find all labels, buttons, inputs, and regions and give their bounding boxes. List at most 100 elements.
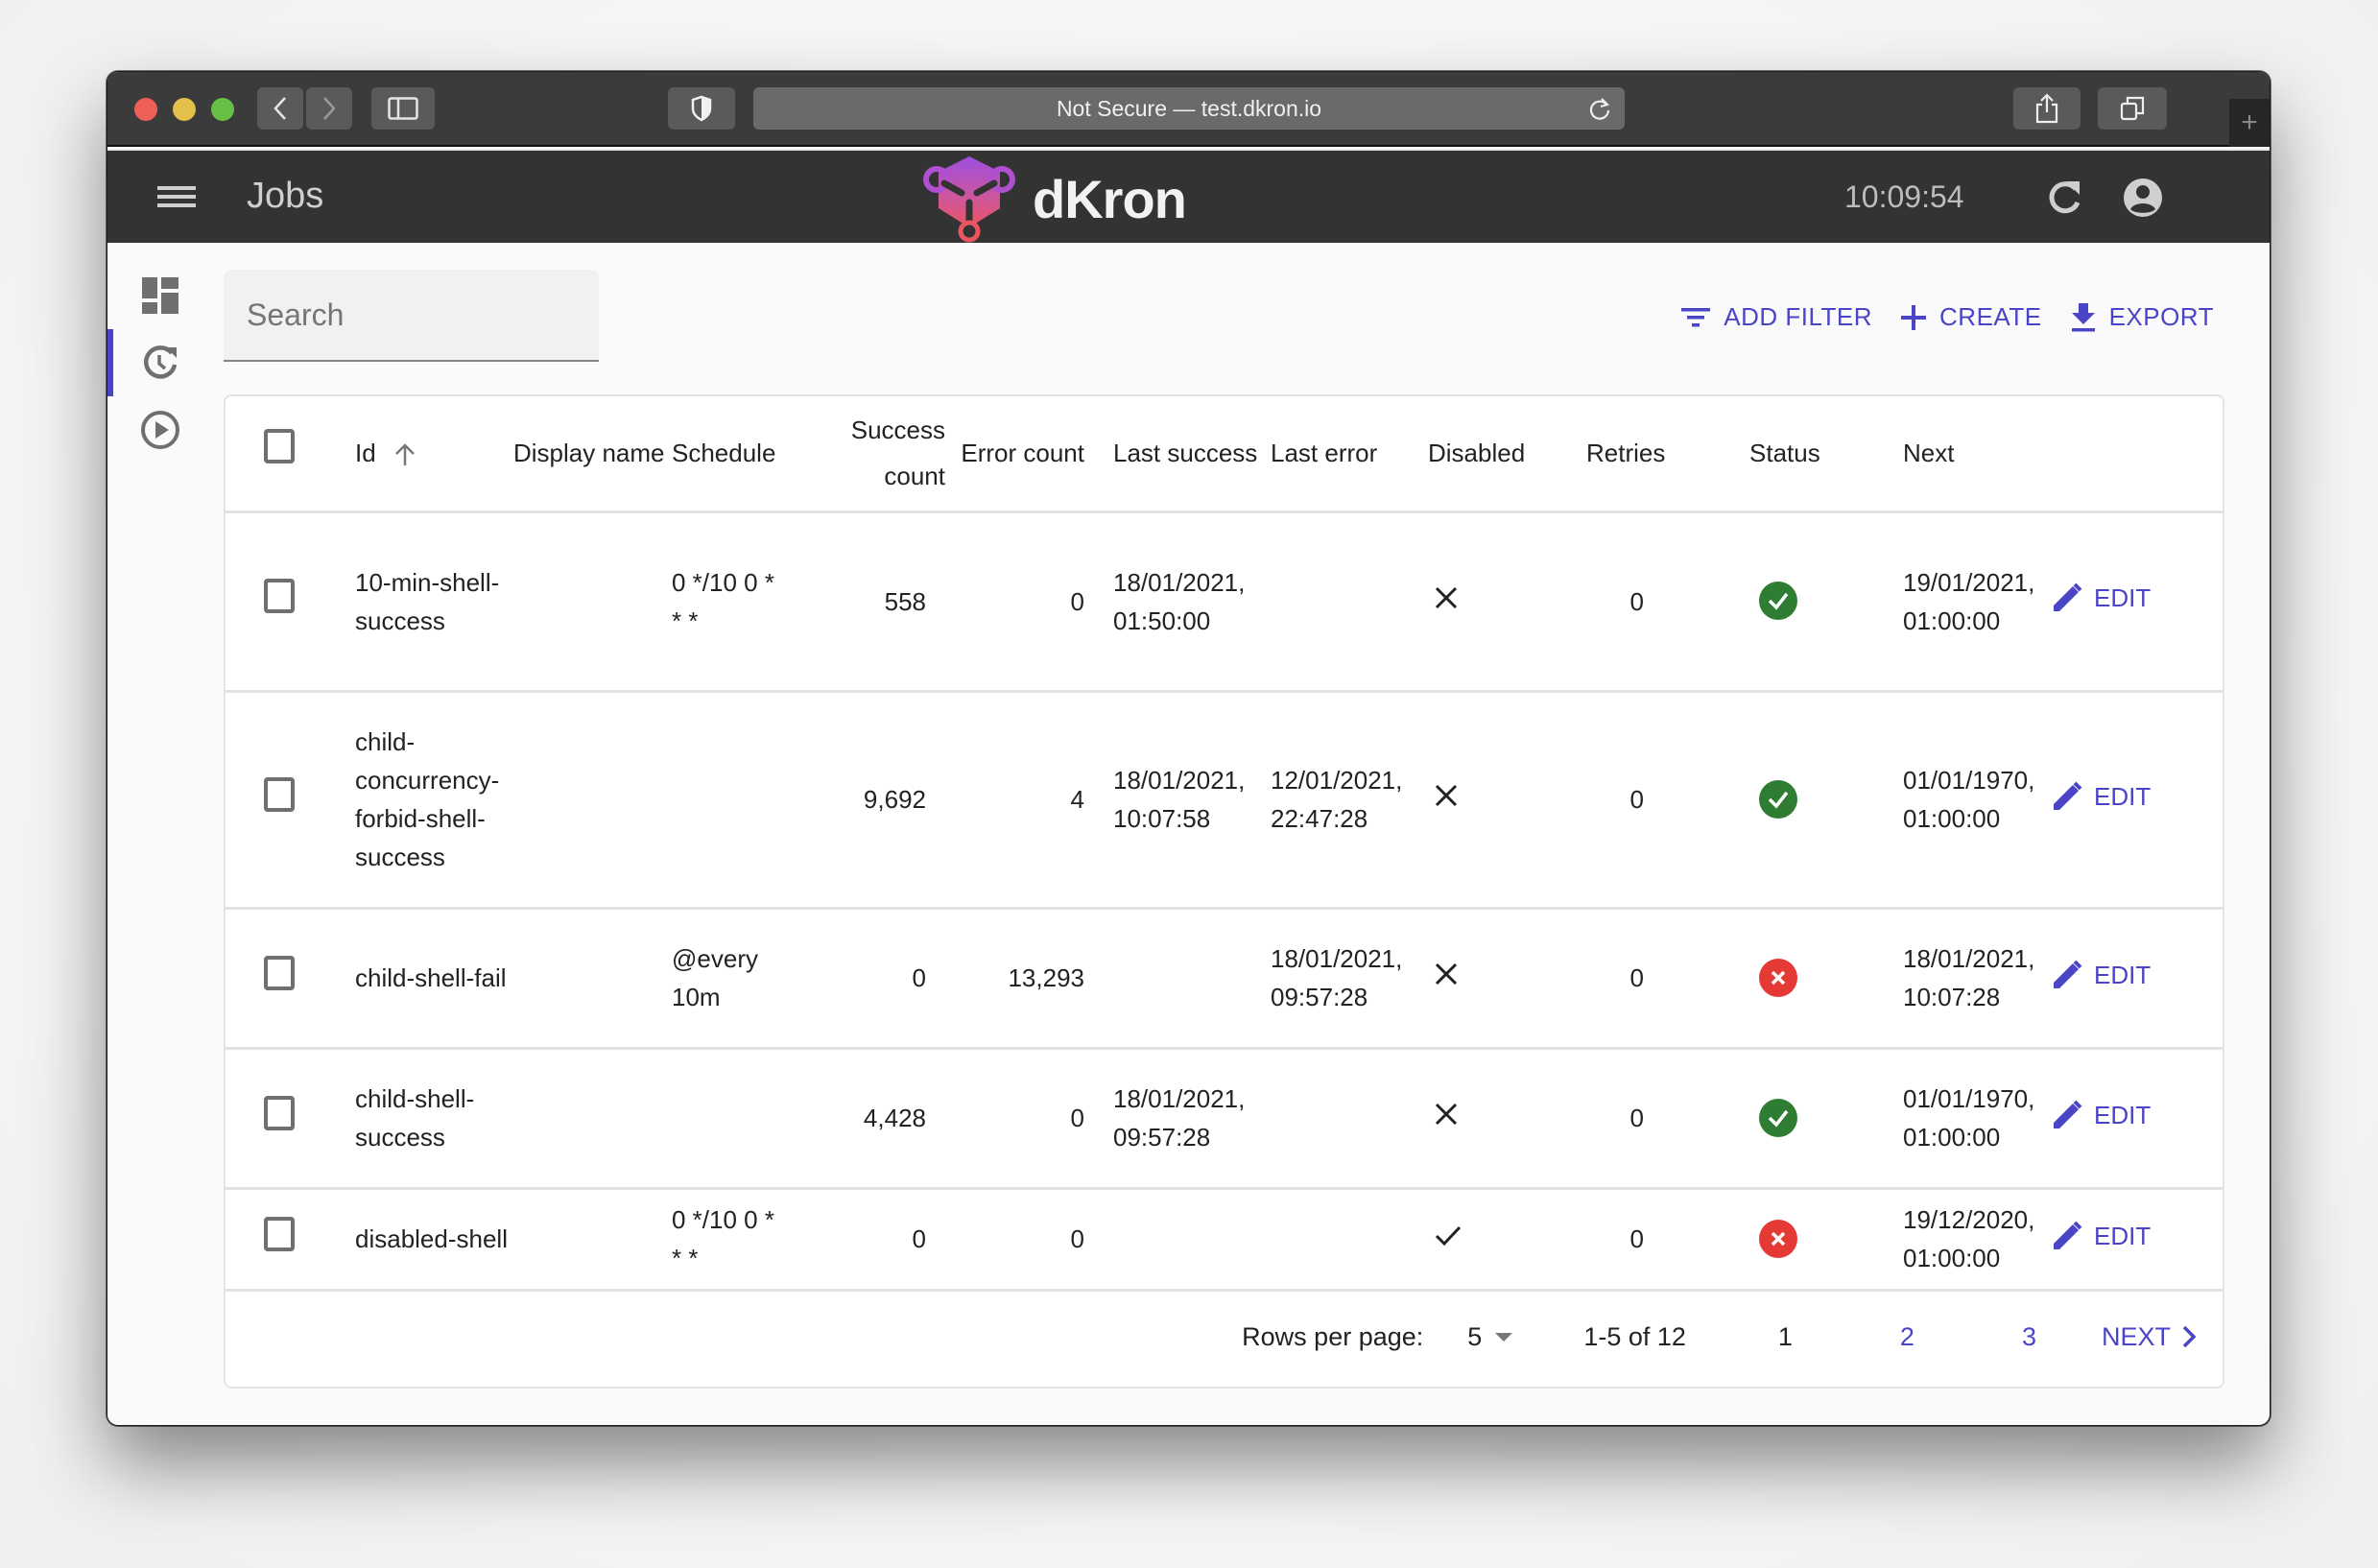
column-header-next[interactable]: Next [1903, 396, 2052, 511]
back-button[interactable] [257, 87, 303, 130]
status-success-icon [1759, 1098, 1797, 1137]
sidebar-item-dashboard[interactable] [107, 262, 213, 329]
table-row[interactable]: child-shell-success 4,428 0 18/01/2021, 09:… [226, 1048, 2223, 1188]
pencil-icon [2054, 1100, 2082, 1128]
privacy-shield-button[interactable] [668, 87, 735, 130]
next-page-label: NEXT [2101, 1321, 2171, 1351]
arrow-up-icon [395, 443, 415, 466]
sidebar-toggle-button[interactable] [371, 87, 435, 130]
cell-error-count: 4 [1070, 785, 1084, 814]
logo-text: dKron [1033, 168, 1187, 229]
column-header-disabled[interactable]: Disabled [1428, 396, 1586, 511]
cell-schedule: @every 10m [672, 944, 758, 1011]
edit-button[interactable]: EDIT [2052, 1217, 2151, 1255]
new-tab-button[interactable]: + [2229, 99, 2270, 147]
close-window-button[interactable] [134, 98, 157, 121]
table-row[interactable]: disabled-shell 0 */10 0 * * * 0 0 0 19/12/202… [226, 1188, 2223, 1290]
cell-disabled [1428, 908, 1586, 1048]
row-checkbox[interactable] [264, 579, 295, 613]
select-all-checkbox[interactable] [264, 428, 295, 463]
cell-id[interactable]: child-shell-success [355, 1048, 513, 1188]
row-checkbox[interactable] [264, 776, 295, 812]
tabs-icon [2120, 96, 2145, 121]
cell-last-success [1113, 908, 1271, 1048]
page-2-button[interactable]: 2 [1900, 1322, 1914, 1352]
edit-label: EDIT [2094, 781, 2152, 811]
sidebar-icon [388, 97, 418, 120]
table-row[interactable]: child-shell-fail @every 10m 0 13,293 18/01/2… [226, 908, 2223, 1048]
user-menu-button[interactable] [2123, 178, 2163, 223]
cell-retries: 0 [1629, 785, 1644, 814]
browser-titlebar: Not Secure — test.dkron.io + [107, 72, 2270, 147]
column-header-schedule[interactable]: Schedule [672, 396, 820, 511]
cell-success-count: 558 [884, 586, 926, 616]
table-body: 10-min-shell-success 0 */10 0 * * * 558 0 18… [226, 511, 2223, 1290]
cell-schedule: 0 */10 0 * * * [672, 567, 774, 635]
refresh-button[interactable] [2045, 178, 2083, 223]
table-row[interactable]: 10-min-shell-success 0 */10 0 * * * 558 0 18… [226, 511, 2223, 691]
pencil-icon [2054, 1221, 2082, 1249]
search-input[interactable] [247, 297, 576, 333]
column-header-last-success[interactable]: Last success [1113, 396, 1271, 511]
cell-success-count: 0 [912, 963, 926, 992]
page-1-button[interactable]: 1 [1778, 1322, 1793, 1352]
tabs-overview-button[interactable] [2098, 87, 2167, 130]
share-button[interactable] [2013, 87, 2081, 130]
menu-button[interactable] [157, 181, 196, 212]
cell-id[interactable]: disabled-shell [355, 1188, 513, 1290]
column-header-display-name[interactable]: Display name [513, 396, 672, 511]
cell-id[interactable]: child-shell-fail [355, 908, 513, 1048]
column-header-error-count[interactable]: Error count [945, 396, 1084, 511]
caret-down-icon [1495, 1333, 1513, 1342]
page-3-button[interactable]: 3 [2022, 1322, 2036, 1352]
cell-next: 18/01/2021, 10:07:28 [1903, 944, 2035, 1011]
cell-last-success: 18/01/2021, 10:07:58 [1113, 766, 1246, 833]
filter-icon [1681, 307, 1711, 326]
rows-per-page-select[interactable]: 5 [1467, 1322, 1513, 1352]
cell-id[interactable]: 10-min-shell-success [355, 511, 513, 691]
hamburger-line [157, 186, 196, 190]
column-header-last-error[interactable]: Last error [1271, 396, 1428, 511]
column-header-success-count[interactable]: Success count [820, 396, 945, 511]
cell-last-error [1271, 511, 1428, 691]
row-checkbox[interactable] [264, 1095, 295, 1130]
column-header-status[interactable]: Status [1701, 396, 1903, 511]
cell-status [1701, 1048, 1903, 1188]
table-row[interactable]: child-concurrency-forbid-shell-success 9,… [226, 691, 2223, 908]
cell-disabled [1428, 1188, 1586, 1290]
cell-display-name [513, 908, 672, 1048]
address-bar[interactable]: Not Secure — test.dkron.io [753, 87, 1625, 130]
zoom-window-button[interactable] [211, 98, 234, 121]
chevron-right-icon [323, 97, 336, 120]
column-header-retries[interactable]: Retries [1586, 396, 1701, 511]
next-page-button[interactable]: NEXT [2102, 1322, 2196, 1352]
row-checkbox[interactable] [264, 955, 295, 990]
create-button[interactable]: CREATE [1901, 302, 2042, 332]
forward-button[interactable] [306, 87, 352, 130]
cell-next: 01/01/1970, 01:00:00 [1903, 766, 2035, 833]
cell-status [1701, 511, 1903, 691]
cell-display-name [513, 691, 672, 908]
rows-per-page-label: Rows per page: [1242, 1321, 1424, 1351]
search-field[interactable] [224, 270, 599, 362]
browser-window: Not Secure — test.dkron.io + Jobs dKron … [107, 71, 2271, 1426]
cell-retries: 0 [1629, 1224, 1644, 1253]
download-icon [2071, 302, 2095, 331]
sidebar-item-jobs[interactable] [107, 329, 213, 396]
edit-button[interactable]: EDIT [2052, 956, 2151, 994]
page-title: Jobs [247, 176, 324, 216]
cell-id[interactable]: child-concurrency-forbid-shell-success [355, 691, 513, 908]
export-button[interactable]: EXPORT [2071, 302, 2214, 332]
cell-display-name [513, 511, 672, 691]
close-icon [1435, 962, 1458, 986]
column-header-id[interactable]: Id [355, 396, 513, 511]
edit-button[interactable]: EDIT [2052, 777, 2151, 816]
reload-icon[interactable] [1588, 97, 1611, 122]
add-filter-button[interactable]: ADD FILTER [1681, 302, 1872, 332]
edit-button[interactable]: EDIT [2052, 579, 2151, 617]
cell-display-name [513, 1188, 672, 1290]
sidebar-item-executions[interactable] [107, 396, 213, 463]
minimize-window-button[interactable] [173, 98, 196, 121]
row-checkbox[interactable] [264, 1216, 295, 1251]
edit-button[interactable]: EDIT [2052, 1096, 2151, 1134]
